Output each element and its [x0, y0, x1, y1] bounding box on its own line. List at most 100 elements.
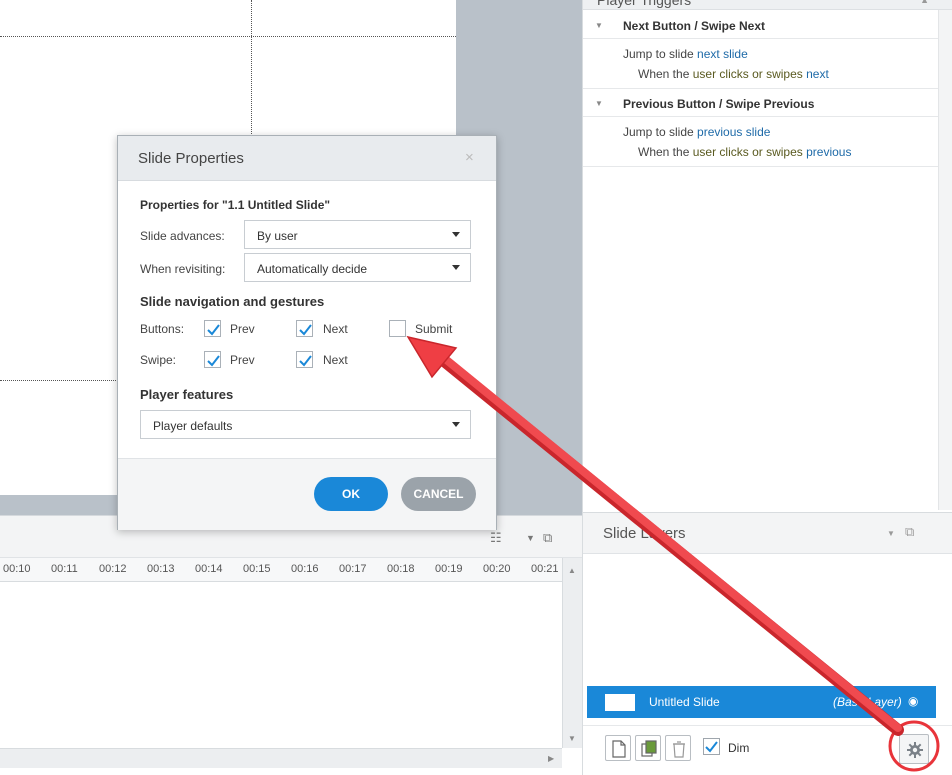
restore-window-icon[interactable]: ⧉: [543, 530, 552, 546]
checkmark-icon: [207, 355, 220, 367]
chevron-down-icon[interactable]: ▼: [887, 529, 895, 538]
ruler-tick: 00:13: [147, 563, 175, 575]
dialog-title: Slide Properties: [138, 150, 244, 167]
close-icon[interactable]: ×: [465, 149, 474, 166]
trigger-group-title: Previous Button / Swipe Previous: [623, 97, 815, 111]
checkmark-icon: [299, 324, 312, 336]
trigger-condition-link[interactable]: previous: [806, 145, 851, 159]
ok-button[interactable]: OK: [314, 477, 388, 511]
caret-down-icon[interactable]: ▼: [595, 21, 603, 30]
trigger-condition-link[interactable]: clicks or swipes: [719, 67, 802, 81]
trigger-group-header[interactable]: ▼ Next Button / Swipe Next: [583, 11, 938, 39]
timeline-vertical-scrollbar[interactable]: ▲ ▼: [562, 558, 582, 748]
dim-checkbox[interactable]: [703, 738, 720, 755]
swipe-next-label: Next: [323, 353, 348, 367]
trigger-group-title: Next Button / Swipe Next: [623, 19, 766, 33]
buttons-submit-label: Submit: [415, 322, 453, 336]
duplicate-layer-button[interactable]: [635, 735, 661, 761]
nav-section-heading: Slide navigation and gestures: [140, 294, 325, 309]
buttons-row-label: Buttons:: [140, 322, 185, 336]
trigger-condition: When the user clicks or swipes next: [638, 67, 829, 81]
trigger-item[interactable]: Jump to slide next slide When the user c…: [583, 39, 938, 89]
ruler-tick: 00:11: [51, 563, 78, 575]
layer-tag: (Base Layer): [833, 695, 902, 709]
checkmark-icon: [207, 324, 220, 336]
trigger-condition-text: When the: [638, 145, 690, 159]
player-section-heading: Player features: [140, 387, 234, 402]
trigger-action: Jump to slide previous slide: [623, 125, 770, 139]
trigger-condition-link[interactable]: next: [806, 67, 829, 81]
slide-advances-label: Slide advances:: [140, 229, 225, 243]
checkmark-icon: [299, 355, 312, 367]
layer-name: Untitled Slide: [649, 695, 720, 709]
delete-layer-button[interactable]: [665, 735, 691, 761]
ruler-tick: 00:12: [99, 563, 127, 575]
revisit-select[interactable]: Automatically decide: [244, 253, 471, 282]
duplicate-icon: [641, 740, 657, 757]
revisit-label: When revisiting:: [140, 262, 226, 276]
trigger-action-link[interactable]: next slide: [697, 47, 748, 61]
chevron-down-icon: [452, 232, 460, 237]
layer-properties-button[interactable]: [899, 734, 929, 764]
player-features-select[interactable]: Player defaults: [140, 410, 471, 439]
checkmark-icon: [705, 741, 718, 753]
chevron-down-icon: [452, 265, 460, 270]
chevron-down-icon[interactable]: ▼: [526, 533, 535, 543]
trigger-condition-link[interactable]: user: [693, 145, 716, 159]
cancel-button[interactable]: CANCEL: [401, 477, 476, 511]
buttons-prev-checkbox[interactable]: [204, 320, 221, 337]
layer-row-base[interactable]: Untitled Slide (Base Layer) ◉: [587, 686, 936, 718]
scroll-right-icon[interactable]: ▶: [548, 754, 554, 763]
ruler-tick: 00:10: [3, 563, 31, 575]
swipe-prev-checkbox[interactable]: [204, 351, 221, 368]
ruler-tick: 00:14: [195, 563, 223, 575]
buttons-prev-label: Prev: [230, 322, 255, 336]
trigger-item[interactable]: Jump to slide previous slide When the us…: [583, 117, 938, 167]
swipe-prev-label: Prev: [230, 353, 255, 367]
dim-label: Dim: [728, 741, 750, 755]
timeline-horizontal-scrollbar[interactable]: ▶: [0, 748, 562, 768]
collapse-icon[interactable]: ▲: [920, 0, 929, 5]
layers-header: Slide Layers ▼ ⧉: [583, 512, 952, 554]
dialog-titlebar[interactable]: Slide Properties ×: [118, 136, 496, 181]
buttons-next-label: Next: [323, 322, 348, 336]
ruler-tick: 00:16: [291, 563, 319, 575]
trigger-action-link[interactable]: previous slide: [697, 125, 770, 139]
layers-title: Slide Layers: [603, 525, 686, 542]
trigger-condition-link[interactable]: user: [693, 67, 716, 81]
new-layer-button[interactable]: [605, 735, 631, 761]
swipe-next-checkbox[interactable]: [296, 351, 313, 368]
layers-toolbar: Dim: [583, 725, 952, 775]
trigger-group-header[interactable]: ▼ Previous Button / Swipe Previous: [583, 89, 938, 117]
slide-properties-dialog: Slide Properties × Properties for "1.1 U…: [117, 135, 497, 530]
align-icon[interactable]: ☷: [490, 530, 502, 546]
caret-down-icon[interactable]: ▼: [595, 99, 603, 108]
select-value: Automatically decide: [257, 262, 368, 276]
trigger-group-next: ▼ Next Button / Swipe Next Jump to slide…: [583, 11, 938, 89]
scroll-down-icon[interactable]: ▼: [568, 734, 576, 743]
scroll-up-icon[interactable]: ▲: [568, 566, 576, 575]
timeline-panel: ☷ ▼ ⧉ 00:10 00:11 00:12 00:13 00:14 00:1…: [0, 515, 582, 775]
buttons-submit-checkbox[interactable]: [389, 320, 406, 337]
ruler-tick: 00:17: [339, 563, 367, 575]
trash-icon: [673, 741, 685, 758]
select-value: By user: [257, 229, 298, 243]
buttons-next-checkbox[interactable]: [296, 320, 313, 337]
trigger-condition-link[interactable]: clicks or swipes: [719, 145, 802, 159]
layer-thumbnail: [605, 694, 635, 711]
ruler-tick: 00:18: [387, 563, 415, 575]
ruler-tick: 00:15: [243, 563, 271, 575]
slide-advances-select[interactable]: By user: [244, 220, 471, 249]
dialog-heading: Properties for "1.1 Untitled Slide": [140, 198, 331, 212]
ruler-tick: 00:19: [435, 563, 463, 575]
dialog-footer: OK CANCEL: [118, 458, 496, 530]
timeline-ruler[interactable]: 00:10 00:11 00:12 00:13 00:14 00:15 00:1…: [0, 558, 562, 582]
restore-window-icon[interactable]: ⧉: [905, 524, 914, 540]
new-page-icon: [612, 740, 626, 758]
select-value: Player defaults: [153, 419, 233, 433]
swipe-row-label: Swipe:: [140, 353, 177, 367]
trigger-action-text: Jump to slide: [623, 47, 694, 61]
eye-icon[interactable]: ◉: [908, 694, 918, 708]
triggers-header: Player Triggers ▲: [583, 0, 952, 10]
triggers-scrollbar[interactable]: [938, 10, 952, 510]
